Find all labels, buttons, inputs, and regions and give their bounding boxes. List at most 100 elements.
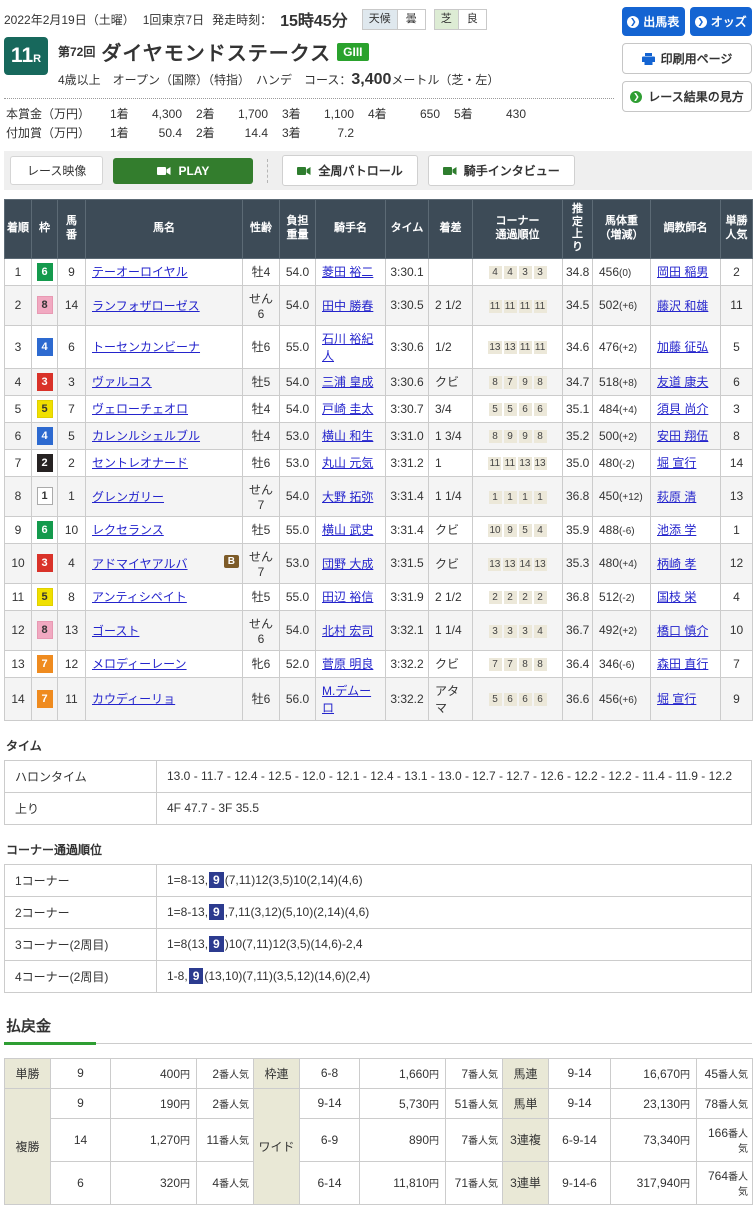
last-3f-time: 35.1	[563, 395, 593, 422]
carried-weight: 54.0	[280, 368, 316, 395]
time-row-value: 4F 47.7 - 3F 35.5	[157, 792, 752, 824]
horse-link[interactable]: アドマイヤアルバ	[92, 557, 188, 571]
divider	[267, 159, 268, 183]
jockey-link[interactable]: 田辺 裕信	[322, 590, 373, 604]
jockey-link[interactable]: 横山 和生	[322, 429, 373, 443]
trainer-link[interactable]: 須貝 尚介	[657, 402, 708, 416]
trainer-link[interactable]: 安田 翔伍	[657, 429, 708, 443]
race-edition: 第72回	[58, 43, 95, 60]
horse-name-cell: アドマイヤアルバB	[86, 543, 243, 583]
jockey-link[interactable]: 石川 裕紀人	[322, 332, 373, 363]
win-popularity: 4	[721, 583, 753, 610]
horse-link[interactable]: ゴースト	[92, 624, 139, 638]
video-camera-icon	[297, 166, 311, 176]
corner-position-box: 11	[504, 300, 517, 313]
body-weight-diff: (+4)	[619, 559, 637, 570]
jockey-link[interactable]: 北村 宏司	[322, 624, 373, 638]
margin: 1	[429, 449, 473, 476]
jockey-link[interactable]: 菅原 明良	[322, 657, 373, 671]
horse-link[interactable]: トーセンカンビーナ	[92, 340, 200, 354]
payout-combination: 6-9-14	[549, 1118, 611, 1161]
body-weight: 456(0)	[593, 258, 651, 285]
corner-row-label: 2コーナー	[5, 896, 157, 928]
horse-link[interactable]: ヴァルコス	[92, 375, 152, 389]
trainer-link[interactable]: 橋口 慎介	[657, 624, 708, 638]
corner-position-box: 6	[519, 403, 532, 416]
trainer-link[interactable]: 森田 直行	[657, 657, 708, 671]
jockey-link[interactable]: 菱田 裕二	[322, 265, 373, 279]
corner-position-box: 13	[504, 341, 517, 354]
horse-link[interactable]: アンティシペイト	[92, 590, 187, 604]
corner-position-box: 4	[534, 625, 547, 638]
horse-link[interactable]: カレンルシェルブル	[92, 429, 200, 443]
prize-amount: 4,300	[136, 105, 182, 124]
yen-suffix: 円	[680, 1100, 690, 1111]
corner-position-box: 11	[488, 457, 501, 470]
payout-bet-type: 馬連	[503, 1058, 549, 1088]
body-weight-diff: (+2)	[619, 432, 637, 443]
finish-time: 3:31.9	[386, 583, 429, 610]
jockey-link[interactable]: 田中 勝春	[322, 299, 373, 313]
sex-age: 牝6	[243, 650, 280, 677]
corner-position-box: 13	[534, 558, 547, 571]
trainer-link[interactable]: 池添 学	[657, 523, 696, 537]
win-popularity: 9	[721, 677, 753, 720]
trainer-link[interactable]: 堀 宣行	[657, 456, 696, 470]
results-guide-button[interactable]: ❯ レース結果の見方	[622, 81, 752, 112]
trainer-link[interactable]: 加藤 征弘	[657, 340, 708, 354]
win-popularity: 7	[721, 650, 753, 677]
jockey-cell: M.デムーロ	[316, 677, 386, 720]
finish-position: 12	[5, 610, 32, 650]
trainer-link[interactable]: 藤沢 和雄	[657, 299, 708, 313]
column-header-jockey: 騎手名	[316, 200, 386, 259]
horse-link[interactable]: セントレオナード	[92, 456, 188, 470]
prize-amount: 50.4	[136, 124, 182, 143]
prize-place: 2着	[196, 124, 222, 143]
prize-amount: 14.4	[222, 124, 268, 143]
odds-button[interactable]: ❯オッズ	[690, 7, 753, 36]
jockey-link[interactable]: 三浦 皇成	[322, 375, 373, 389]
popularity-suffix: 番人気	[728, 1129, 748, 1155]
corner-position-box: 11	[534, 341, 547, 354]
horse-link[interactable]: メロディーレーン	[92, 657, 187, 671]
trainer-link[interactable]: 岡田 稲男	[657, 265, 708, 279]
jockey-cell: 菱田 裕二	[316, 258, 386, 285]
horse-link[interactable]: ヴェローチェオロ	[92, 402, 188, 416]
race-name: ダイヤモンドステークス	[101, 37, 331, 66]
play-button-label: PLAY	[178, 164, 209, 178]
time-table: ハロンタイム13.0 - 11.7 - 12.4 - 12.5 - 12.0 -…	[4, 760, 752, 825]
patrol-video-button[interactable]: 全周パトロール	[282, 155, 417, 186]
jockey-link[interactable]: 戸崎 圭太	[322, 402, 373, 416]
horse-link[interactable]: テーオーロイヤル	[92, 265, 188, 279]
finish-position: 2	[5, 285, 32, 325]
play-button[interactable]: PLAY	[113, 158, 253, 184]
trainer-link[interactable]: 柄崎 孝	[657, 557, 696, 571]
horse-link[interactable]: レクセランス	[92, 523, 164, 537]
horse-link[interactable]: ランフォザローゼス	[92, 299, 200, 313]
gate-cell: 8	[32, 610, 58, 650]
jockey-link[interactable]: 丸山 元気	[322, 456, 373, 470]
print-button[interactable]: 印刷用ページ	[622, 43, 752, 74]
carried-weight: 54.0	[280, 476, 316, 516]
trainer-cell: 橋口 慎介	[651, 610, 721, 650]
prize-amount: 1,100	[308, 105, 354, 124]
trainer-link[interactable]: 堀 宣行	[657, 692, 696, 706]
trainer-link[interactable]: 萩原 清	[657, 490, 696, 504]
corner-position-box: 4	[504, 266, 517, 279]
jockey-link[interactable]: 団野 大成	[322, 557, 373, 571]
margin: 1 1/4	[429, 476, 473, 516]
horse-number: 11	[58, 677, 86, 720]
trainer-link[interactable]: 国枝 栄	[657, 590, 696, 604]
jockey-link[interactable]: M.デムーロ	[322, 684, 371, 715]
prize-amount: 430	[480, 105, 526, 124]
horse-link[interactable]: カウディーリョ	[92, 692, 175, 706]
jockey-interview-button[interactable]: 騎手インタビュー	[428, 155, 575, 186]
jockey-link[interactable]: 大野 拓弥	[322, 490, 373, 504]
highlighted-winner-number: 9	[189, 968, 204, 984]
trainer-link[interactable]: 友道 康夫	[657, 375, 708, 389]
jockey-link[interactable]: 横山 武史	[322, 523, 373, 537]
entries-button[interactable]: ❯出馬表	[622, 7, 685, 36]
horse-link[interactable]: グレンガリー	[92, 490, 164, 504]
corner-position-box: 5	[489, 693, 502, 706]
prize-place: 4着	[368, 105, 394, 124]
